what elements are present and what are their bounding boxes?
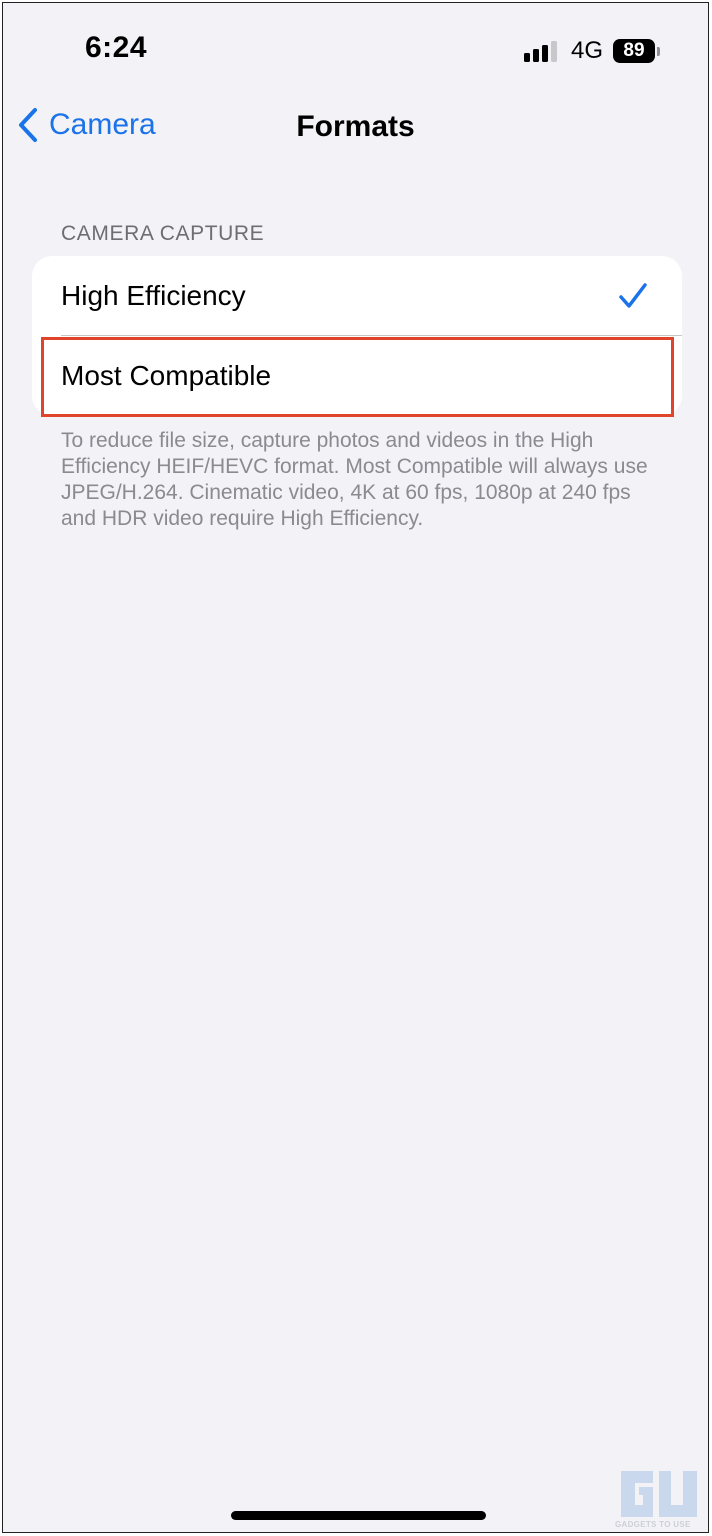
section-footer: To reduce file size, capture photos and … bbox=[61, 429, 648, 530]
checkmark-icon bbox=[619, 283, 647, 308]
option-label: Most Compatible bbox=[61, 360, 272, 391]
option-most-compatible[interactable]: Most Compatible bbox=[32, 336, 682, 416]
network-type: 4G bbox=[570, 37, 603, 64]
status-indicators: 4G 89 bbox=[523, 37, 660, 65]
section-header: CAMERA CAPTURE bbox=[61, 222, 265, 245]
option-high-efficiency[interactable]: High Efficiency bbox=[32, 256, 682, 336]
watermark-text: GADGETS TO USE bbox=[615, 1520, 691, 1529]
page-title: Formats bbox=[296, 110, 415, 143]
watermark: GADGETS TO USE bbox=[615, 1465, 703, 1531]
home-indicator[interactable] bbox=[231, 1511, 486, 1520]
battery-icon: 89 bbox=[613, 39, 660, 63]
option-label: High Efficiency bbox=[61, 280, 246, 311]
settings-screen: 6:24 4G 89 Camera Formats CAMERA CAPTURE… bbox=[2, 2, 709, 1533]
battery-level: 89 bbox=[613, 39, 655, 63]
format-options-list: High Efficiency Most Compatible bbox=[32, 256, 682, 416]
battery-cap bbox=[657, 46, 660, 56]
cellular-signal-icon bbox=[523, 40, 557, 62]
status-time: 6:24 bbox=[85, 31, 148, 64]
gadgets-to-use-logo bbox=[621, 1471, 697, 1517]
